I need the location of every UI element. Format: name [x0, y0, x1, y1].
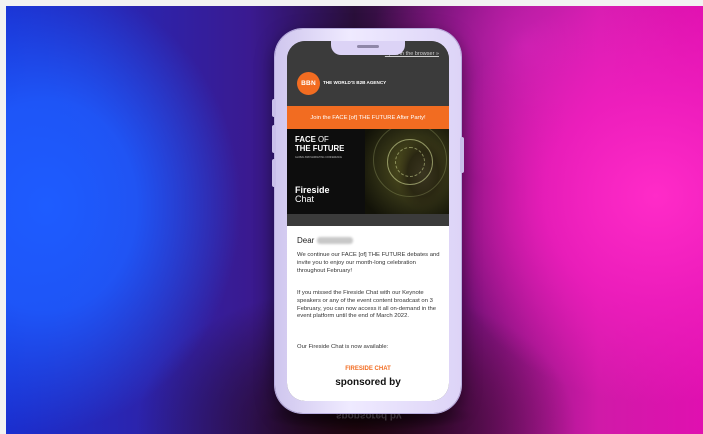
section-divider: [287, 214, 449, 226]
event-subtitle: GLOBAL B2B MARKETING CONFERENCE: [295, 156, 342, 159]
speaker-portrait: [365, 129, 449, 214]
phone-volume-down-button: [272, 159, 276, 187]
session-title-line2: Chat: [295, 194, 315, 204]
phone-mockup: Open in the browser » BBN THE WORLD'S B2…: [272, 29, 464, 413]
sponsored-by-heading: sponsored by: [335, 377, 401, 388]
agency-tagline: THE WORLD'S B2B AGENCY: [323, 80, 387, 85]
recipient-name-redacted: [317, 237, 354, 244]
after-party-banner[interactable]: Join the FACE [of] THE FUTURE After Part…: [287, 106, 449, 129]
greeting-word: Dear: [297, 236, 315, 245]
event-title-future: THE FUTURE: [295, 143, 345, 153]
phone-mute-button: [272, 99, 276, 117]
hud-ring-inner: [395, 147, 425, 177]
available-paragraph: Our Fireside Chat is now available:: [297, 344, 389, 350]
email-body: Dear We continue our FACE [of] THE FUTUR…: [287, 226, 449, 401]
missed-paragraph: If you missed the Fireside Chat with our…: [297, 290, 437, 320]
speaker-grille: [357, 45, 379, 48]
phone-screen: Open in the browser » BBN THE WORLD'S B2…: [287, 41, 449, 401]
email-header: BBN THE WORLD'S B2B AGENCY: [287, 63, 449, 106]
fireside-chat-link[interactable]: FIRESIDE CHAT: [287, 366, 449, 372]
event-title: FACE OF THE FUTURE: [295, 135, 345, 153]
phone-notch: [331, 41, 405, 55]
hero-image[interactable]: FACE OF THE FUTURE GLOBAL B2B MARKETING …: [287, 129, 449, 214]
intro-paragraph: We continue our FACE [of] THE FUTURE deb…: [297, 252, 440, 274]
bbn-logo[interactable]: BBN: [297, 72, 320, 95]
phone-volume-up-button: [272, 125, 276, 153]
phone-power-button: [460, 137, 464, 173]
promo-background: sponsored by Open in the browser » BBN T…: [6, 6, 703, 434]
greeting: Dear: [297, 236, 354, 245]
